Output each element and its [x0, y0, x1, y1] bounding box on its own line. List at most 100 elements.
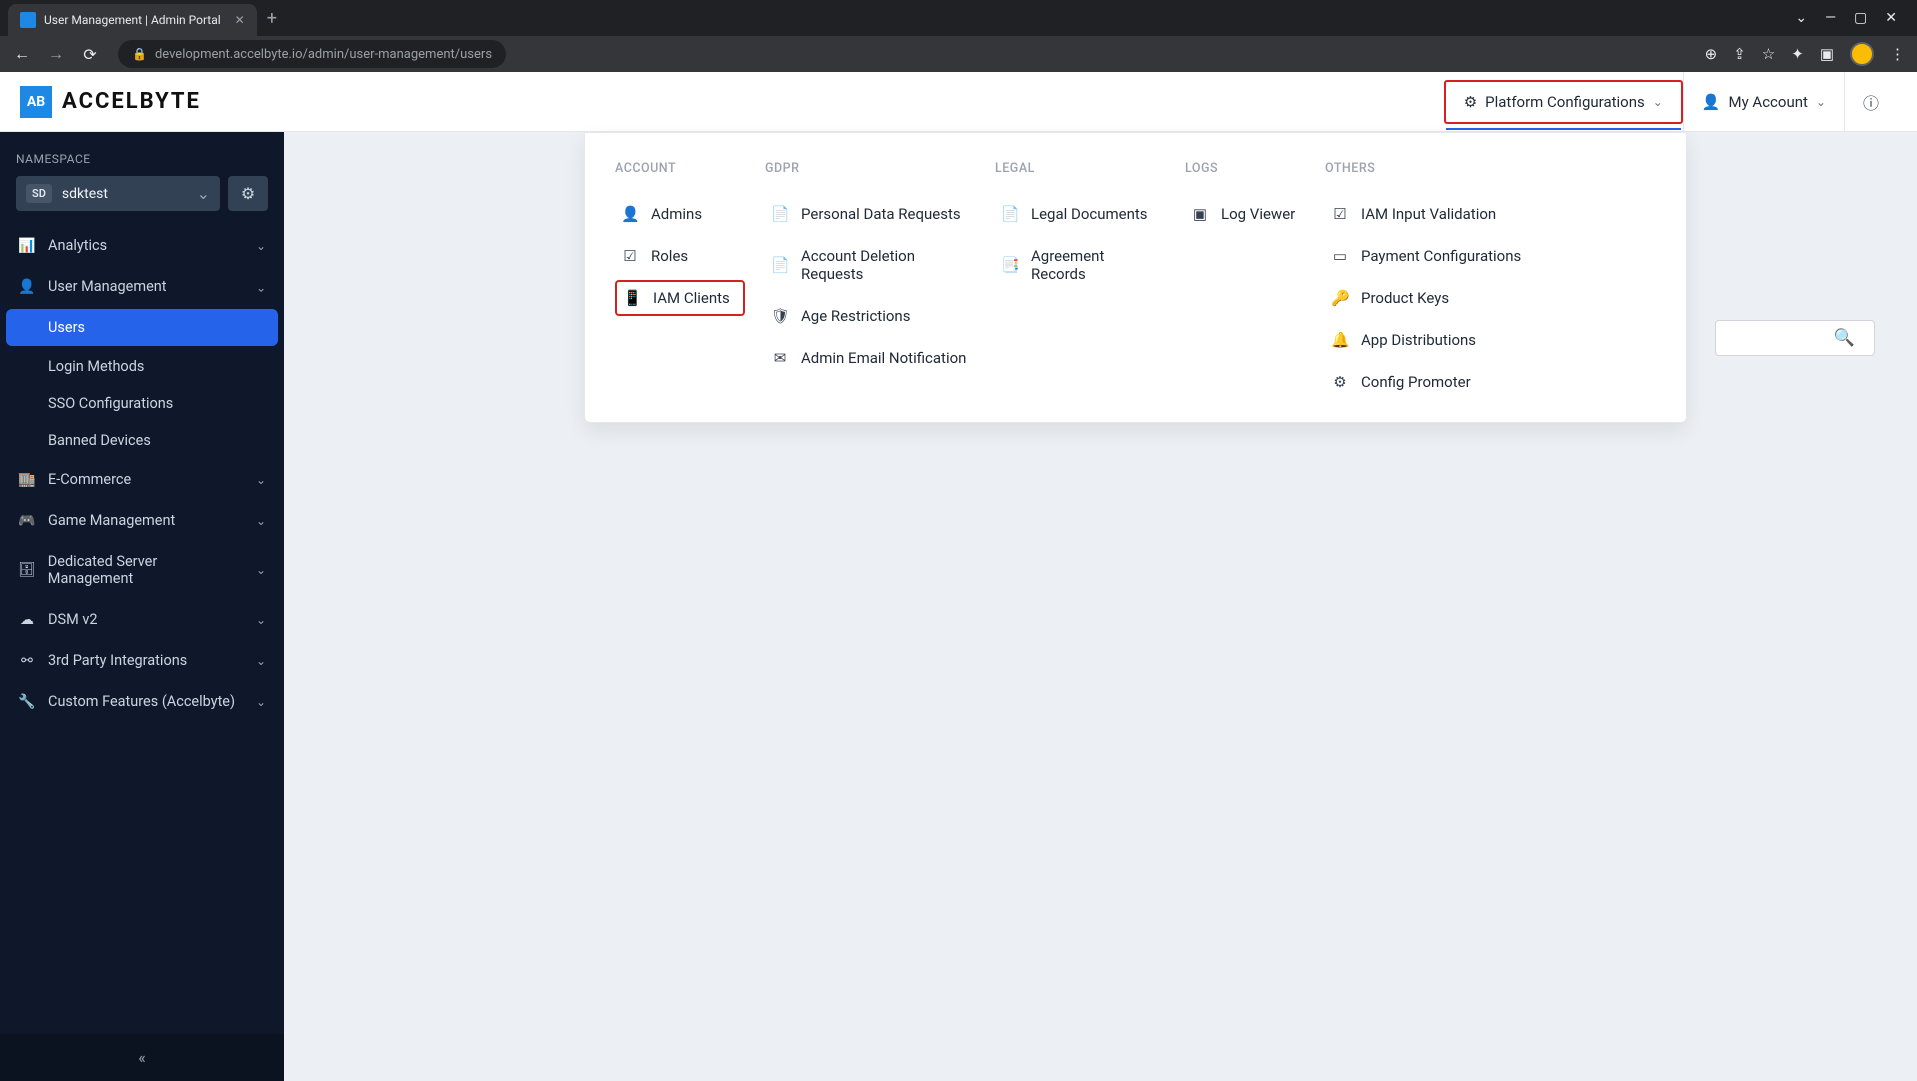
- sidebar-item-ecommerce[interactable]: 🏬 E-Commerce ⌄: [0, 459, 284, 500]
- bell-icon: 🔔: [1331, 331, 1349, 349]
- mail-icon: ✉: [771, 349, 789, 367]
- gear-icon: ⚙: [1464, 93, 1477, 111]
- dropdown-item-label: Admins: [651, 205, 702, 223]
- dropdown-item-account-deletion[interactable]: 📄 Account Deletion Requests: [765, 238, 975, 292]
- platform-configurations-button[interactable]: ⚙ Platform Configurations ⌄: [1444, 80, 1683, 124]
- collapse-sidebar-button[interactable]: «: [0, 1034, 284, 1081]
- namespace-selector[interactable]: SD sdktest ⌄: [16, 176, 220, 211]
- dropdown-header-others: OTHERS: [1325, 161, 1656, 176]
- logo-mark: [20, 86, 52, 118]
- dropdown-item-roles[interactable]: ☑ Roles: [615, 238, 745, 274]
- sidebar-item-dsm-v2[interactable]: ☁ DSM v2 ⌄: [0, 599, 284, 640]
- dropdown-item-admins[interactable]: 👤 Admins: [615, 196, 745, 232]
- profile-avatar[interactable]: [1850, 42, 1874, 66]
- extensions-icon[interactable]: ✦: [1791, 45, 1804, 63]
- platform-config-label: Platform Configurations: [1485, 93, 1645, 111]
- dropdown-item-iam-input-validation[interactable]: ☑ IAM Input Validation: [1325, 196, 1656, 232]
- chevron-down-icon[interactable]: ⌄: [1795, 10, 1807, 26]
- help-button[interactable]: ⓘ: [1844, 72, 1897, 131]
- namespace-name: sdktest: [62, 186, 187, 202]
- sidebar-subitem-sso-configurations[interactable]: SSO Configurations: [0, 385, 284, 422]
- sidebar-subitem-users[interactable]: Users: [6, 309, 278, 346]
- bookmark-icon[interactable]: ☆: [1762, 45, 1775, 63]
- new-tab-button[interactable]: +: [267, 8, 277, 29]
- sidebar-item-analytics[interactable]: 📊 Analytics ⌄: [0, 225, 284, 266]
- sidebar-item-3rd-party[interactable]: ⚯ 3rd Party Integrations ⌄: [0, 640, 284, 681]
- tab-title: User Management | Admin Portal: [44, 13, 221, 27]
- sidebar-item-dedicated-server[interactable]: 🗄 Dedicated Server Management ⌄: [0, 541, 284, 599]
- chevron-down-icon: ⌄: [1653, 95, 1663, 109]
- forward-button[interactable]: →: [46, 44, 66, 64]
- dropdown-item-payment-configurations[interactable]: ▭ Payment Configurations: [1325, 238, 1656, 274]
- document-icon: 📄: [771, 256, 789, 274]
- dropdown-item-agreement-records[interactable]: 📑 Agreement Records: [995, 238, 1165, 292]
- platform-configurations-dropdown: ACCOUNT 👤 Admins ☑ Roles 📱 IAM Clients: [584, 132, 1687, 423]
- sidebar-item-label: Users: [48, 319, 85, 336]
- dropdown-item-personal-data[interactable]: 📄 Personal Data Requests: [765, 196, 975, 232]
- phone-icon: 📱: [623, 289, 641, 307]
- address-bar: ← → ⟳ 🔒 development.accelbyte.io/admin/u…: [0, 36, 1917, 72]
- sidebar-item-label: Analytics: [48, 237, 107, 254]
- dropdown-header-account: ACCOUNT: [615, 161, 745, 176]
- dropdown-item-admin-email[interactable]: ✉ Admin Email Notification: [765, 340, 975, 376]
- chevron-down-icon: ⌄: [197, 184, 210, 203]
- chevron-down-icon: ⌄: [256, 514, 266, 528]
- side-panel-icon[interactable]: ▣: [1820, 45, 1834, 63]
- chevron-down-icon: ⌄: [256, 473, 266, 487]
- main-content: 🔍 ACCOUNT 👤 Admins ☑ Roles 📱 IAM Clients: [284, 132, 1917, 1081]
- document-icon: 📑: [1001, 256, 1019, 274]
- dropdown-item-config-promoter[interactable]: ⚙ Config Promoter: [1325, 364, 1656, 400]
- dropdown-item-log-viewer[interactable]: ▣ Log Viewer: [1185, 196, 1305, 232]
- sidebar-item-label: Game Management: [48, 512, 175, 529]
- dropdown-item-iam-clients[interactable]: 📱 IAM Clients: [615, 280, 745, 316]
- dropdown-item-label: Personal Data Requests: [801, 205, 961, 223]
- wrench-icon: 🔧: [18, 694, 36, 710]
- more-menu-icon[interactable]: ⋮: [1890, 45, 1905, 63]
- window-minimize-icon[interactable]: —: [1825, 10, 1836, 26]
- sidebar-item-label: 3rd Party Integrations: [48, 652, 187, 669]
- sidebar-subitem-login-methods[interactable]: Login Methods: [0, 348, 284, 385]
- document-icon: 📄: [771, 205, 789, 223]
- sidebar-item-custom-features[interactable]: 🔧 Custom Features (Accelbyte) ⌄: [0, 681, 284, 722]
- browser-tab-bar: User Management | Admin Portal ✕ + ⌄ — ▢…: [0, 0, 1917, 36]
- integration-icon: ⚯: [18, 653, 36, 669]
- lock-icon: 🔒: [132, 47, 147, 61]
- dropdown-item-legal-documents[interactable]: 📄 Legal Documents: [995, 196, 1165, 232]
- logo-text: ACCELBYTE: [62, 89, 201, 114]
- app-header: ACCELBYTE ⚙ Platform Configurations ⌄ 👤 …: [0, 72, 1917, 132]
- dropdown-header-logs: LOGS: [1185, 161, 1305, 176]
- tab-close-icon[interactable]: ✕: [235, 13, 245, 27]
- sidebar-item-label: DSM v2: [48, 611, 98, 628]
- dropdown-item-label: Agreement Records: [1031, 247, 1159, 283]
- window-maximize-icon[interactable]: ▢: [1854, 10, 1867, 26]
- sidebar-item-game-management[interactable]: 🎮 Game Management ⌄: [0, 500, 284, 541]
- sidebar-item-label: User Management: [48, 278, 167, 295]
- url-input[interactable]: 🔒 development.accelbyte.io/admin/user-ma…: [118, 40, 506, 68]
- chevron-down-icon: ⌄: [256, 563, 266, 577]
- sidebar-subitem-banned-devices[interactable]: Banned Devices: [0, 422, 284, 459]
- dropdown-item-age-restrictions[interactable]: 🛡 Age Restrictions: [765, 298, 975, 334]
- dropdown-item-label: Legal Documents: [1031, 205, 1148, 223]
- window-close-icon[interactable]: ✕: [1885, 10, 1897, 26]
- dropdown-header-gdpr: GDPR: [765, 161, 975, 176]
- my-account-button[interactable]: 👤 My Account ⌄: [1683, 72, 1844, 131]
- search-input-container[interactable]: [1715, 320, 1875, 356]
- share-icon[interactable]: ⇪: [1733, 45, 1746, 63]
- user-icon: 👤: [18, 279, 36, 295]
- sidebar-item-label: E-Commerce: [48, 471, 131, 488]
- dropdown-item-label: IAM Clients: [653, 289, 730, 307]
- sidebar-item-user-management[interactable]: 👤 User Management ⌃: [0, 266, 284, 307]
- dropdown-item-label: IAM Input Validation: [1361, 205, 1496, 223]
- dropdown-item-label: Log Viewer: [1221, 205, 1295, 223]
- dropdown-item-product-keys[interactable]: 🔑 Product Keys: [1325, 280, 1656, 316]
- sidebar-item-label: Dedicated Server Management: [48, 553, 244, 587]
- dropdown-item-app-distributions[interactable]: 🔔 App Distributions: [1325, 322, 1656, 358]
- namespace-settings-button[interactable]: ⚙: [228, 176, 268, 211]
- browser-tab[interactable]: User Management | Admin Portal ✕: [8, 4, 257, 36]
- zoom-icon[interactable]: ⊕: [1705, 45, 1718, 63]
- logo[interactable]: ACCELBYTE: [20, 86, 201, 118]
- user-icon: 👤: [621, 205, 639, 223]
- reload-button[interactable]: ⟳: [80, 45, 100, 64]
- back-button[interactable]: ←: [12, 44, 32, 64]
- chevron-up-icon: ⌃: [256, 280, 266, 294]
